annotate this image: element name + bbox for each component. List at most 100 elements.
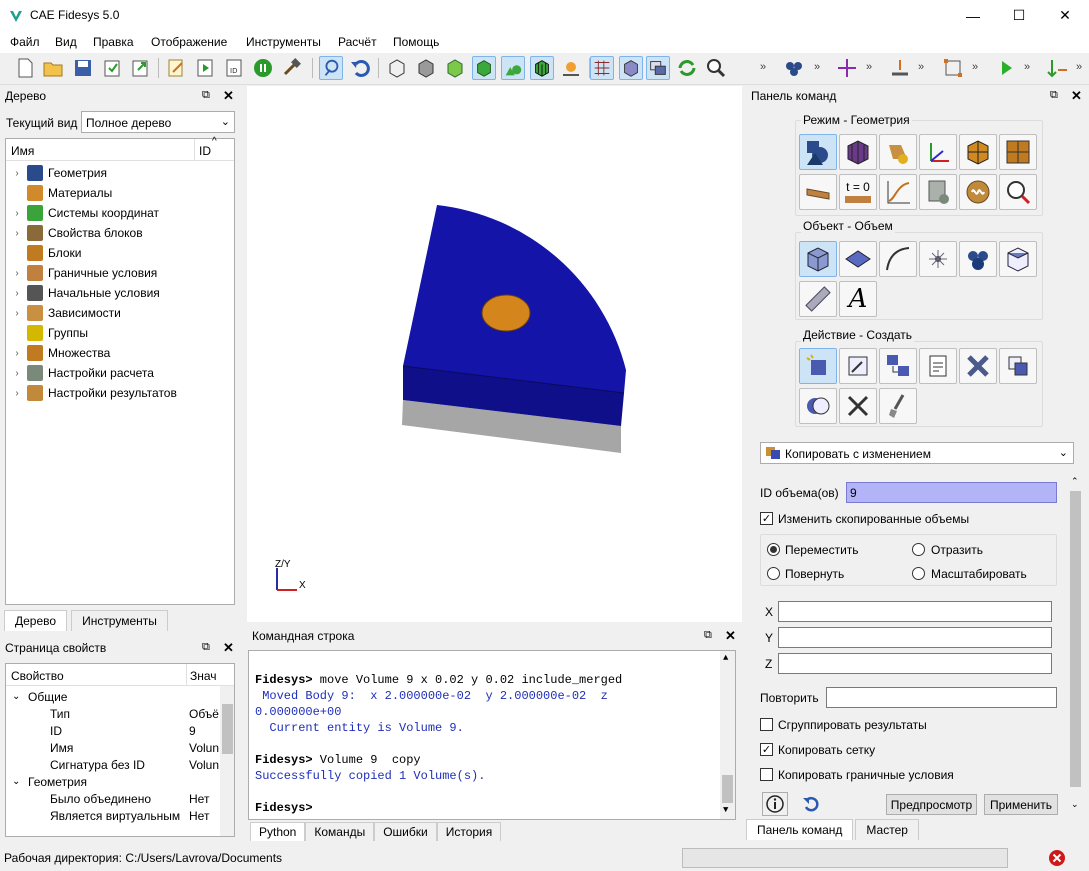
shapes-icon[interactable] — [501, 56, 525, 80]
groups-toolbar-icon[interactable] — [782, 56, 806, 80]
run-icon[interactable] — [994, 56, 1018, 80]
select-mode-icon[interactable] — [319, 56, 343, 80]
coord-systems-button[interactable] — [919, 134, 957, 170]
chevron-right-icon[interactable]: › — [11, 368, 23, 379]
tree-item[interactable]: › Системы координат — [11, 203, 159, 223]
menu-display[interactable]: Отображение — [151, 35, 227, 49]
zoom-icon[interactable] — [704, 56, 728, 80]
sets-mode-button[interactable] — [999, 134, 1037, 170]
menu-calc[interactable]: Расчёт — [338, 35, 377, 49]
x-input[interactable] — [778, 601, 1052, 622]
tab-python[interactable]: Python — [250, 822, 306, 841]
tree-item[interactable]: › Свойства блоков — [11, 223, 143, 243]
create-action-button[interactable] — [799, 348, 837, 384]
property-row[interactable]: Имя Volun — [6, 739, 220, 756]
volume-object-button[interactable] — [799, 241, 837, 277]
hammer-icon[interactable] — [280, 56, 304, 80]
chevron-right-icon[interactable]: › — [11, 228, 23, 239]
undo-icon[interactable] — [348, 56, 372, 80]
import-icon[interactable] — [100, 56, 124, 80]
boolean-action-button[interactable] — [799, 388, 837, 424]
export-icon[interactable] — [128, 56, 152, 80]
body-object-button[interactable] — [999, 241, 1037, 277]
gray-cube-icon[interactable] — [414, 56, 438, 80]
tree-item[interactable]: Материалы — [11, 183, 112, 203]
dependencies-button[interactable] — [879, 174, 917, 210]
chevron-right-icon[interactable]: › — [11, 268, 23, 279]
modify-action-button[interactable] — [839, 348, 877, 384]
tree-col-id[interactable]: ID — [199, 144, 211, 158]
menu-help[interactable]: Помощь — [393, 35, 439, 49]
tree-item[interactable]: › Множества — [11, 343, 110, 363]
float-icon[interactable]: ⧉ — [202, 89, 210, 102]
toolbar-overflow-6[interactable]: » — [1024, 61, 1030, 73]
import-down-icon[interactable] — [888, 56, 912, 80]
crosshair-icon[interactable] — [835, 56, 859, 80]
label-object-button[interactable]: A — [839, 281, 877, 317]
curve-object-button[interactable] — [879, 241, 917, 277]
apply-button[interactable]: Применить — [984, 794, 1058, 815]
menu-view[interactable]: Вид — [55, 35, 77, 49]
tab-history[interactable]: История — [436, 822, 502, 841]
toolbar-overflow-2[interactable]: » — [814, 61, 820, 73]
3d-viewport[interactable]: Z/Y X — [247, 86, 742, 622]
float-icon[interactable]: ⧉ — [704, 629, 712, 642]
tree-item[interactable]: Блоки — [11, 243, 82, 263]
tree-item[interactable]: › Граничные условия — [11, 263, 157, 283]
radio-scale[interactable] — [912, 567, 925, 580]
close-panel-icon[interactable]: ✕ — [223, 88, 234, 104]
tree-item[interactable]: › Начальные условия — [11, 283, 160, 303]
vertex-object-button[interactable] — [919, 241, 957, 277]
info-button[interactable] — [762, 792, 788, 816]
group-results-checkbox[interactable] — [760, 718, 773, 731]
id-input[interactable]: 9 — [846, 482, 1057, 503]
close-button[interactable]: ✕ — [1042, 0, 1088, 31]
cleanup-action-button[interactable] — [879, 388, 917, 424]
operation-select[interactable]: Копировать с изменением ⌄ — [760, 442, 1074, 464]
maximize-button[interactable]: ☐ — [996, 0, 1042, 31]
radio-rotate[interactable] — [767, 567, 780, 580]
reset-button[interactable] — [798, 792, 824, 816]
group-object-button[interactable] — [959, 241, 997, 277]
refresh-icon[interactable] — [675, 56, 699, 80]
close-panel-icon[interactable]: ✕ — [1071, 88, 1082, 104]
green-wire-cube-icon[interactable] — [443, 56, 467, 80]
property-row[interactable]: Общие ⌄ — [6, 688, 220, 705]
surface-object-button[interactable] — [839, 241, 877, 277]
geometry-mode-button[interactable] — [799, 134, 837, 170]
pause-icon[interactable] — [251, 56, 275, 80]
tab-tree[interactable]: Дерево — [4, 610, 68, 631]
toolbar-overflow-1[interactable]: » — [760, 61, 766, 73]
mesh-cube-icon[interactable] — [530, 56, 554, 80]
radio-reflect[interactable] — [912, 543, 925, 556]
view-select[interactable]: Полное дерево ⌄ — [81, 111, 235, 133]
toolbar-overflow-5[interactable]: » — [972, 61, 978, 73]
results-settings-button[interactable] — [959, 174, 997, 210]
results-view-button[interactable] — [999, 174, 1037, 210]
chevron-right-icon[interactable]: › — [11, 308, 23, 319]
preview-button[interactable]: Предпросмотр — [886, 794, 977, 815]
tab-tools[interactable]: Инструменты — [71, 610, 168, 631]
minimize-button[interactable]: — — [950, 0, 996, 31]
chevron-right-icon[interactable]: › — [11, 208, 23, 219]
solid-cube-icon[interactable] — [472, 56, 496, 80]
cmd-scrollbar[interactable]: ⌃ ⌄ — [1068, 476, 1083, 814]
new-file-icon[interactable] — [13, 56, 37, 80]
delete-action-button[interactable] — [959, 348, 997, 384]
toolbar-overflow-7[interactable]: » — [1076, 61, 1082, 73]
transform-action-button[interactable] — [879, 348, 917, 384]
error-indicator-icon[interactable] — [1047, 848, 1067, 868]
bounding-box-icon[interactable] — [941, 56, 965, 80]
tab-command-panel[interactable]: Панель команд — [746, 819, 854, 840]
boundary-mode-button[interactable] — [799, 174, 837, 210]
copy-mesh-checkbox[interactable]: ✓ — [760, 743, 773, 756]
radio-move[interactable] — [767, 543, 780, 556]
tools-action-button[interactable] — [839, 388, 877, 424]
grid-icon[interactable] — [590, 56, 614, 80]
close-panel-icon[interactable]: ✕ — [725, 628, 736, 644]
chevron-down-icon[interactable]: ⌄ — [12, 776, 20, 787]
initial-conditions-button[interactable]: t = 0 — [839, 174, 877, 210]
tab-wizard[interactable]: Мастер — [855, 819, 919, 840]
tab-commands[interactable]: Команды — [305, 822, 375, 841]
id-script-icon[interactable]: ID — [222, 56, 246, 80]
